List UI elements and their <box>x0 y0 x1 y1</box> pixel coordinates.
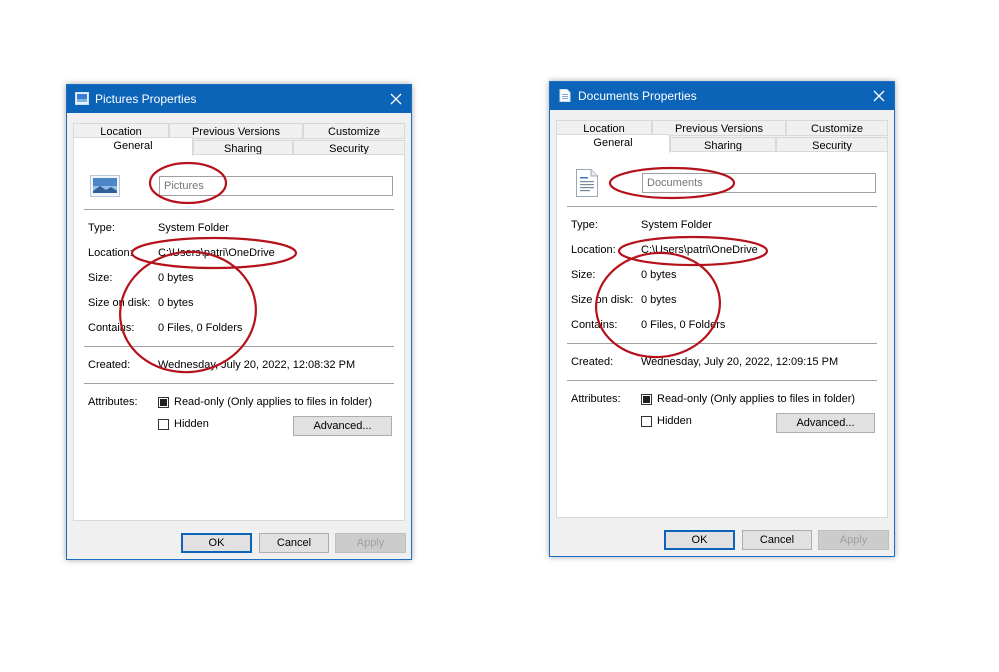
general-tab-panel: Type: System Folder Location: C:\Users\p… <box>556 151 888 518</box>
size-label: Size: <box>571 269 596 281</box>
size-on-disk-value: 0 bytes <box>158 297 194 309</box>
readonly-label[interactable]: Read-only (Only applies to files in fold… <box>174 396 372 408</box>
attributes-label: Attributes: <box>88 396 138 408</box>
cancel-button[interactable]: Cancel <box>259 533 329 553</box>
size-on-disk-label: Size on disk: <box>571 294 634 306</box>
contains-label: Contains: <box>571 319 618 331</box>
size-on-disk-label: Size on disk: <box>88 297 151 309</box>
created-label: Created: <box>88 359 131 371</box>
title-bar[interactable]: Pictures Properties <box>67 85 411 113</box>
tab-customize[interactable]: Customize <box>786 120 888 136</box>
advanced-button[interactable]: Advanced... <box>293 416 392 436</box>
readonly-checkbox[interactable] <box>158 397 169 408</box>
folder-name-input[interactable] <box>642 173 876 193</box>
contains-value: 0 Files, 0 Folders <box>641 319 726 331</box>
readonly-checkbox[interactable] <box>641 394 652 405</box>
documents-folder-icon <box>576 169 598 197</box>
separator <box>84 346 394 347</box>
dialog-title: Documents Properties <box>578 89 697 103</box>
created-label: Created: <box>571 356 614 368</box>
readonly-label[interactable]: Read-only (Only applies to files in fold… <box>657 393 855 405</box>
size-value: 0 bytes <box>158 272 194 284</box>
title-bar[interactable]: Documents Properties <box>550 82 894 110</box>
dialog-title: Pictures Properties <box>95 92 197 106</box>
tab-previous-versions[interactable]: Previous Versions <box>652 120 786 136</box>
apply-button[interactable]: Apply <box>818 530 889 550</box>
close-icon <box>873 90 885 102</box>
type-value: System Folder <box>641 219 712 231</box>
separator <box>567 380 877 381</box>
pictures-properties-dialog: Pictures Properties Location Previous Ve… <box>66 84 412 560</box>
created-value: Wednesday, July 20, 2022, 12:08:32 PM <box>158 359 356 371</box>
cancel-button[interactable]: Cancel <box>742 530 812 550</box>
pictures-folder-icon <box>75 92 89 105</box>
ok-button[interactable]: OK <box>181 533 252 553</box>
tab-general[interactable]: General <box>73 137 193 156</box>
close-icon <box>390 93 402 105</box>
attributes-label: Attributes: <box>571 393 621 405</box>
hidden-label[interactable]: Hidden <box>657 415 692 427</box>
close-button[interactable] <box>381 85 411 113</box>
created-value: Wednesday, July 20, 2022, 12:09:15 PM <box>641 356 839 368</box>
ok-button[interactable]: OK <box>664 530 735 550</box>
tab-customize[interactable]: Customize <box>303 123 405 139</box>
folder-name-input[interactable] <box>159 176 393 196</box>
contains-value: 0 Files, 0 Folders <box>158 322 243 334</box>
type-label: Type: <box>571 219 598 231</box>
type-label: Type: <box>88 222 115 234</box>
documents-properties-dialog: Documents Properties Location Previous V… <box>549 81 895 557</box>
documents-folder-icon <box>559 89 571 102</box>
advanced-button[interactable]: Advanced... <box>776 413 875 433</box>
location-value: C:\Users\patri\OneDrive <box>158 247 275 259</box>
separator <box>567 206 877 207</box>
location-label: Location: <box>88 247 133 259</box>
tab-general[interactable]: General <box>556 134 670 153</box>
location-label: Location: <box>571 244 616 256</box>
general-tab-panel: Type: System Folder Location: C:\Users\p… <box>73 154 405 521</box>
hidden-checkbox[interactable] <box>158 419 169 430</box>
type-value: System Folder <box>158 222 229 234</box>
separator <box>567 343 877 344</box>
separator <box>84 383 394 384</box>
hidden-label[interactable]: Hidden <box>174 418 209 430</box>
apply-button[interactable]: Apply <box>335 533 406 553</box>
location-value: C:\Users\patri\OneDrive <box>641 244 758 256</box>
separator <box>84 209 394 210</box>
pictures-folder-icon <box>90 175 120 197</box>
hidden-checkbox[interactable] <box>641 416 652 427</box>
contains-label: Contains: <box>88 322 135 334</box>
size-on-disk-value: 0 bytes <box>641 294 677 306</box>
close-button[interactable] <box>864 82 894 110</box>
size-value: 0 bytes <box>641 269 677 281</box>
size-label: Size: <box>88 272 113 284</box>
